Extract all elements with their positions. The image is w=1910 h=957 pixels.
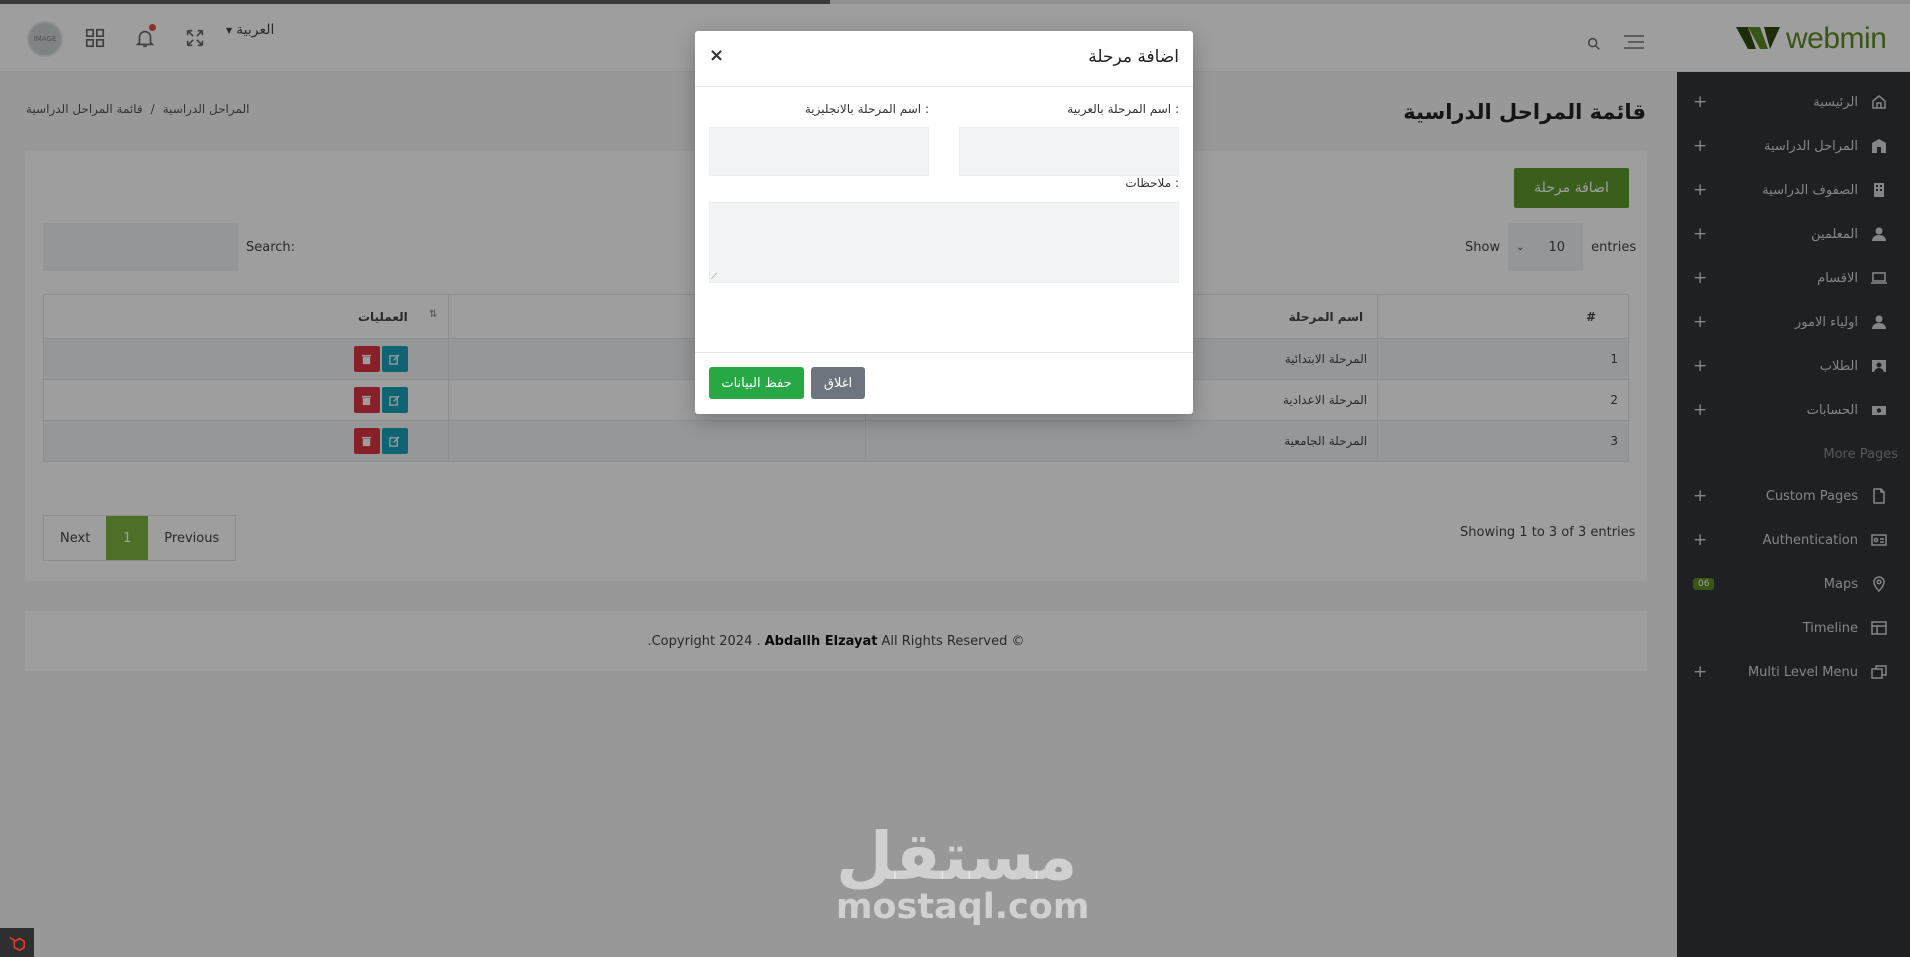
- notes-label: ملاحظات :: [1125, 176, 1179, 190]
- modal-header: اضافة مرحلة ×: [695, 31, 1193, 87]
- save-button[interactable]: حفظ البيانات: [709, 367, 804, 399]
- watermark-latin: mostaql.com: [836, 887, 1090, 927]
- name-ar-label: اسم المرحلة بالعربية :: [1067, 102, 1179, 116]
- resize-handle-icon[interactable]: ⟋: [711, 272, 717, 282]
- name-ar-input[interactable]: [959, 127, 1179, 176]
- notes-textarea[interactable]: ⟋: [709, 202, 1179, 283]
- framework-logo-icon[interactable]: [0, 928, 34, 957]
- watermark: مستقل mostaql.com: [836, 818, 1090, 927]
- close-button[interactable]: اغلاق: [811, 367, 865, 399]
- add-stage-modal: اضافة مرحلة × اسم المرحلة بالعربية : اسم…: [695, 31, 1193, 414]
- close-icon[interactable]: ×: [709, 45, 724, 66]
- modal-title: اضافة مرحلة: [1088, 47, 1179, 67]
- watermark-arabic: مستقل: [836, 818, 1078, 895]
- modal-footer: حفظ البيانات اغلاق: [695, 352, 1193, 414]
- name-en-label: اسم المرحلة بالانجليزية :: [804, 102, 929, 116]
- name-en-input[interactable]: [709, 127, 929, 176]
